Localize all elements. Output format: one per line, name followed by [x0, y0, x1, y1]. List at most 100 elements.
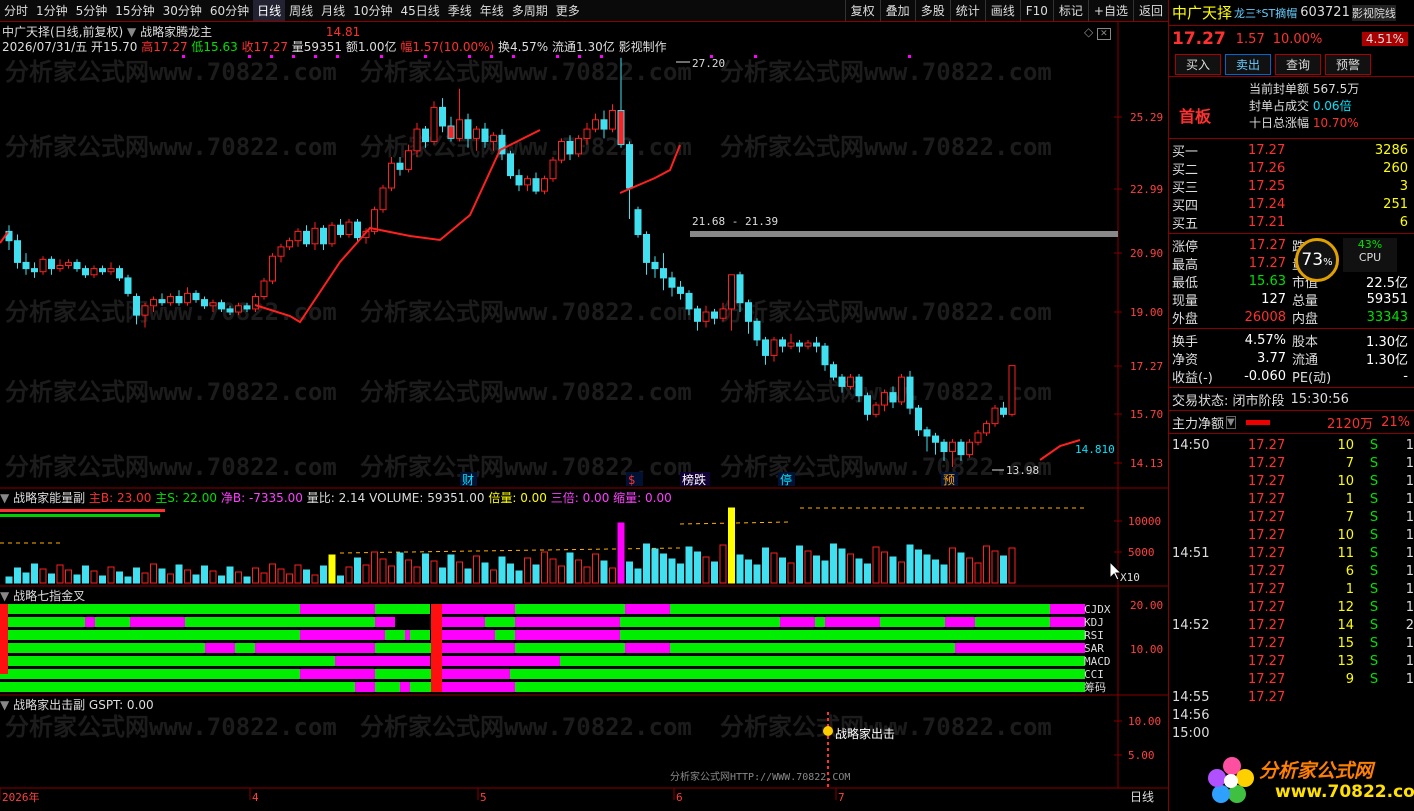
candle-body [482, 129, 488, 141]
volume-bar [304, 570, 310, 583]
candle-body [593, 120, 599, 129]
candle-body [644, 235, 650, 263]
dropdown-icon[interactable]: ▼ [0, 698, 9, 712]
energy-unit: X10 [1120, 571, 1140, 584]
tick-price: 17.27 [1248, 600, 1324, 615]
volume-bar [525, 558, 531, 583]
tick-list[interactable]: 14:50 17.27 10 S 1 17.27 7 S 1 17.27 10 S 1 17.27 1 S 1 1… [1169, 436, 1414, 742]
indicator-label: RSI [1084, 629, 1104, 642]
volume-bar [703, 557, 709, 583]
volume-bar [661, 554, 667, 583]
tick-price: 17.27 [1248, 510, 1324, 525]
candle-body [958, 442, 964, 454]
chart-canvas[interactable]: 分析家公式网www.70822.com 分析家公式网www.70822.com 分析… [0, 0, 1168, 811]
candle-body [117, 269, 123, 278]
attack-title[interactable]: 战略家出击副 [13, 698, 85, 712]
candle-body [32, 269, 38, 272]
price-change: 1.57 [1236, 32, 1265, 47]
bid-row[interactable]: 买一 17.27 3286 [1169, 141, 1414, 159]
bid-row[interactable]: 买五 17.21 6 [1169, 213, 1414, 231]
candle-body [193, 293, 199, 299]
chevron-down-icon[interactable]: ▼ [1226, 416, 1236, 429]
stat-value: 17.27 [1216, 256, 1286, 271]
resistance-band [690, 231, 1118, 237]
tick-row: 17.27 1 S 1 [1169, 490, 1414, 508]
bid-price: 17.24 [1248, 197, 1338, 212]
bid-row[interactable]: 买二 17.26 260 [1169, 159, 1414, 177]
stat-value: 59351 [1367, 292, 1408, 307]
bid-label: 买二 [1172, 159, 1248, 178]
bid-row[interactable]: 买四 17.24 251 [1169, 195, 1414, 213]
indicator-segment [375, 669, 440, 679]
sell-button[interactable]: 卖出 [1225, 54, 1271, 75]
indicator-segment [95, 617, 130, 627]
candle-body [295, 231, 301, 240]
candle-body [805, 343, 811, 346]
y-tick-label: 20.90 [1130, 247, 1163, 260]
candle-body [49, 259, 55, 268]
tick-time: 14:52 [1172, 618, 1248, 633]
energy-title[interactable]: 战略家能量副 [13, 491, 85, 505]
tick-price: 17.27 [1248, 672, 1324, 687]
candle-body [168, 297, 174, 303]
dropdown-icon[interactable]: ▼ [0, 491, 9, 505]
energy-panel-header: ▼ 战略家能量副 主B: 23.00 主S: 22.00 净B: -7335.0… [0, 489, 672, 506]
volume-bar [856, 559, 862, 583]
volume-bar [788, 563, 794, 583]
indicator-segment [375, 643, 440, 653]
x-label: 2026年 [2, 790, 40, 804]
indicator-segment [560, 656, 1085, 666]
y-tick-label: 19.00 [1130, 306, 1163, 319]
marker-3: 停 [780, 472, 792, 487]
attack-y-label: 5.00 [1128, 749, 1155, 762]
stat-label: 总量 [1292, 290, 1336, 309]
stock-code: 603721 [1300, 5, 1350, 20]
volume-bar [363, 565, 369, 583]
indicator-segment [0, 617, 85, 627]
volume-bar [822, 561, 828, 583]
net-flow: 主力净额 ▼ 2120万 21% [1169, 413, 1414, 431]
attack-y-label: 10.00 [1128, 715, 1161, 728]
alert-button[interactable]: 预警 [1325, 54, 1371, 75]
tick-row: 14:56 [1169, 706, 1414, 724]
tick-count: 1 [1394, 564, 1414, 579]
candle-body [321, 228, 327, 244]
bid-price: 17.21 [1248, 215, 1338, 230]
bid-volume: 3 [1400, 179, 1408, 194]
candle-body [23, 262, 29, 268]
candle-body [627, 145, 633, 188]
candle-body [40, 259, 46, 271]
query-button[interactable]: 查询 [1275, 54, 1321, 75]
indicator-segment [975, 617, 1050, 627]
x-label: 7 [838, 791, 845, 804]
candle-body [788, 343, 794, 346]
tick-row: 17.27 15 S 1 [1169, 634, 1414, 652]
volume-bar [771, 553, 777, 583]
candle-body [754, 321, 760, 340]
buy-button[interactable]: 买入 [1175, 54, 1221, 75]
volume-bar [933, 560, 939, 583]
tick-side: S [1354, 618, 1394, 633]
indicator-segment [0, 669, 300, 679]
watermark: 分析家公式网www.70822.com [5, 453, 337, 481]
candle-body [440, 107, 446, 126]
candle-body [678, 287, 684, 293]
seven-title[interactable]: 战略七指金叉 [13, 589, 85, 603]
stat-row: 现量 127 总量 59351 [1169, 290, 1414, 308]
tick-volume: 10 [1324, 474, 1354, 489]
candle-body [83, 269, 89, 275]
stat-row: 最低 15.63 市值 22.5亿 [1169, 272, 1414, 290]
bid-row[interactable]: 买三 17.25 3 [1169, 177, 1414, 195]
candle-body [304, 231, 310, 243]
stock-name: 中广天择 [1172, 2, 1232, 23]
stat-value: 4.57% [1216, 333, 1286, 348]
watermark: 分析家公式网www.70822.com [5, 133, 337, 161]
tick-side: S [1354, 438, 1394, 453]
indicator-segment [85, 617, 95, 627]
sector-pct: 4.51% [1362, 32, 1408, 46]
price-row: 17.27 1.57 10.00% 4.51% [1169, 26, 1414, 52]
tick-time: 15:00 [1172, 726, 1248, 741]
dropdown-icon[interactable]: ▼ [0, 589, 9, 603]
candle-body [907, 377, 913, 408]
volume-bar [210, 571, 216, 583]
